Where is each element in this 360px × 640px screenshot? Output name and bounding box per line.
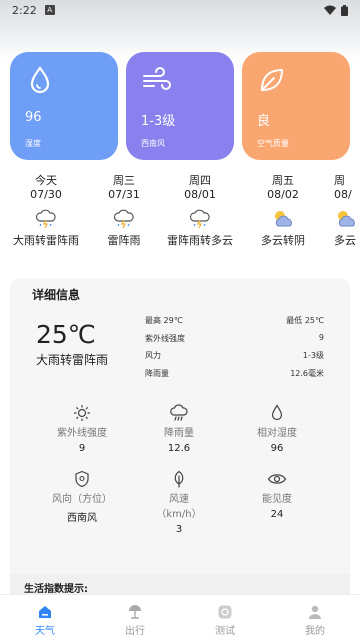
metric-value: 96 <box>270 443 284 454</box>
forecast-date: 08/02 <box>267 188 299 201</box>
forecast-desc: 雷阵雨 <box>107 234 141 247</box>
forecast-day-name: 周五 <box>272 174 294 187</box>
metric-rainfall: 降雨量 12.6 <box>134 402 224 454</box>
wind-card[interactable]: 1-3级 西南风 <box>126 52 234 160</box>
metric-value: 9 <box>78 443 86 454</box>
wind-icon <box>143 67 171 90</box>
metric-label: 风向（方位） <box>52 494 112 505</box>
metric-wind-direction: 风向（方位） 西南风 <box>37 468 127 524</box>
metric-humidity: 相对湿度 96 <box>232 402 322 454</box>
forecast-day[interactable]: 周三 07/31 雷阵雨 <box>84 172 164 248</box>
air-quality-value: 良 <box>257 114 271 129</box>
notification-icon: A <box>44 5 55 15</box>
metric-visibility: 能见度 24 <box>232 468 322 520</box>
water-drop-icon <box>30 66 50 94</box>
life-index-section: 生活指数提示: <box>10 574 350 595</box>
forecast-desc: 多云 <box>334 234 356 247</box>
status-bar: 2:22 A <box>0 0 360 20</box>
detail-row-value: 12.6毫米 <box>290 369 324 378</box>
wind-value: 1-3级 <box>141 114 176 129</box>
rain-cloud-icon <box>170 404 188 421</box>
forecast-date: 07/30 <box>30 188 62 201</box>
forecast-day-name: 周三 <box>113 174 135 187</box>
forecast-date: 08/ <box>334 188 352 201</box>
wifi-icon <box>324 5 336 15</box>
detail-row-label: 降雨量 <box>145 369 169 378</box>
wind-label: 西南风 <box>141 139 165 148</box>
tab-test[interactable]: 测试 <box>180 595 270 640</box>
current-temperature: 25℃ <box>36 320 96 349</box>
humidity-label: 湿度 <box>25 139 41 148</box>
life-index-title: 生活指数提示: <box>24 584 88 595</box>
test-icon <box>218 605 232 619</box>
detail-row-label: 紫外线强度 <box>145 334 185 343</box>
metric-label: 紫外线强度 <box>57 428 107 439</box>
home-icon <box>39 606 51 618</box>
forecast-day-name: 周四 <box>189 174 211 187</box>
tab-profile[interactable]: 我的 <box>270 595 360 640</box>
bottom-tab-bar: 天气 出行 测试 我的 <box>0 594 360 640</box>
detail-title: 详细信息 <box>32 288 81 302</box>
location-shield-icon <box>75 470 89 488</box>
summary-cards: 96 湿度 1-3级 西南风 良 空气质量 <box>10 52 350 160</box>
tab-travel[interactable]: 出行 <box>90 595 180 640</box>
thunder-rain-icon <box>189 209 210 229</box>
air-quality-label: 空气质量 <box>257 139 289 148</box>
sun-icon <box>73 404 91 422</box>
humidity-card[interactable]: 96 湿度 <box>10 52 118 160</box>
partly-cloudy-icon <box>338 211 355 227</box>
metric-label: 能见度 <box>262 494 292 505</box>
low-temp: 最低 25℃ <box>286 316 324 325</box>
detail-row-label: 风力 <box>145 351 161 360</box>
battery-icon <box>341 4 348 16</box>
detail-row-value: 1-3级 <box>302 351 324 360</box>
tab-weather[interactable]: 天气 <box>0 595 90 640</box>
water-drop-icon <box>271 404 283 421</box>
leaf-icon <box>260 68 284 92</box>
metric-uv: 紫外线强度 9 <box>37 402 127 454</box>
detail-panel: 详细信息 25℃ 大雨转雷阵雨 最高 29℃ 最低 25℃ 紫外线强度 9 风力… <box>10 278 350 608</box>
tab-label: 测试 <box>215 626 235 637</box>
beach-umbrella-icon <box>129 605 141 619</box>
thunder-rain-icon <box>35 209 56 229</box>
forecast-day[interactable]: 周五 08/02 多云转阴 <box>243 172 323 248</box>
tab-label: 天气 <box>35 626 55 637</box>
current-weather: 大雨转雷阵雨 <box>36 353 109 367</box>
forecast-day[interactable]: 周四 08/01 雷阵雨转多云 <box>160 172 240 248</box>
metric-value: 24 <box>270 509 284 520</box>
leaf-icon <box>174 470 184 488</box>
forecast-day[interactable]: 今天 07/30 大雨转雷阵雨 <box>6 172 86 248</box>
forecast-desc: 雷阵雨转多云 <box>167 234 233 247</box>
metric-wind-speed: 风速（km/h） 3 <box>134 468 224 535</box>
daily-forecast[interactable]: 今天 07/30 大雨转雷阵雨 周三 07/31 雷阵雨 周四 08/01 雷阵… <box>0 172 360 252</box>
forecast-date: 08/01 <box>184 188 216 201</box>
metric-value: 3 <box>175 524 183 535</box>
tab-label: 我的 <box>305 626 325 637</box>
partly-cloudy-icon <box>275 211 292 227</box>
high-temp: 最高 29℃ <box>145 316 183 325</box>
air-quality-card[interactable]: 良 空气质量 <box>242 52 350 160</box>
metric-label: 相对湿度 <box>257 428 297 439</box>
tab-label: 出行 <box>125 626 145 637</box>
detail-row-value: 9 <box>318 333 324 342</box>
forecast-day-name: 今天 <box>35 174 57 187</box>
metric-value: 西南风 <box>67 513 97 524</box>
forecast-day-name: 周 <box>334 174 345 187</box>
eye-icon <box>267 474 287 484</box>
status-time: 2:22 <box>12 3 37 17</box>
forecast-date: 07/31 <box>108 188 140 201</box>
metric-value: 12.6 <box>167 443 191 454</box>
user-icon <box>309 605 321 619</box>
forecast-desc: 多云转阴 <box>261 234 305 247</box>
thunder-rain-icon <box>113 209 134 229</box>
metric-label: 降雨量 <box>164 428 194 439</box>
metric-label: 风速（km/h） <box>156 494 202 520</box>
forecast-desc: 大雨转雷阵雨 <box>13 234 79 247</box>
forecast-day[interactable]: 周 08/ 多云 <box>318 172 360 248</box>
humidity-value: 96 <box>25 110 42 125</box>
